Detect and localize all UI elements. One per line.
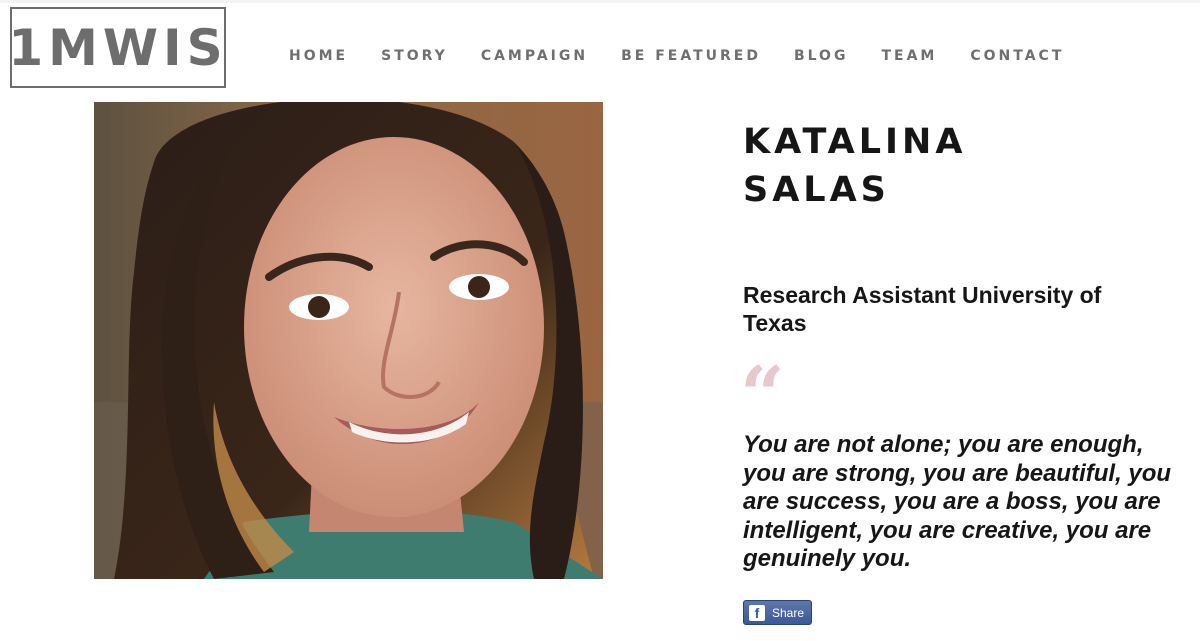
nav-home[interactable]: HOME [289, 47, 348, 65]
nav-story[interactable]: STORY [381, 47, 448, 65]
quote-mark-icon: “ [740, 350, 785, 441]
profile-name: KATALINA SALAS [743, 118, 966, 214]
profile-photo [94, 102, 603, 579]
profile-first-name: KATALINA [743, 122, 967, 162]
profile-quote: You are not alone; you are enough, you a… [743, 431, 1172, 572]
nav-blog[interactable]: BLOG [794, 47, 849, 65]
nav-team[interactable]: TEAM [881, 47, 937, 65]
profile-role: Research Assistant University of Texas [743, 282, 1102, 336]
profile-last-name: SALAS [743, 170, 890, 210]
top-strip [0, 0, 1200, 3]
nav-campaign[interactable]: CAMPAIGN [481, 47, 588, 65]
nav-be-featured[interactable]: BE FEATURED [621, 47, 761, 65]
site-logo[interactable]: 1MWIS [8, 7, 226, 88]
facebook-icon: f [749, 604, 765, 621]
nav-contact[interactable]: CONTACT [970, 47, 1064, 65]
facebook-share-button[interactable]: f Share [743, 600, 812, 625]
main-nav: HOME STORY CAMPAIGN BE FEATURED BLOG TEA… [289, 47, 1097, 65]
share-label: Share [772, 605, 805, 620]
